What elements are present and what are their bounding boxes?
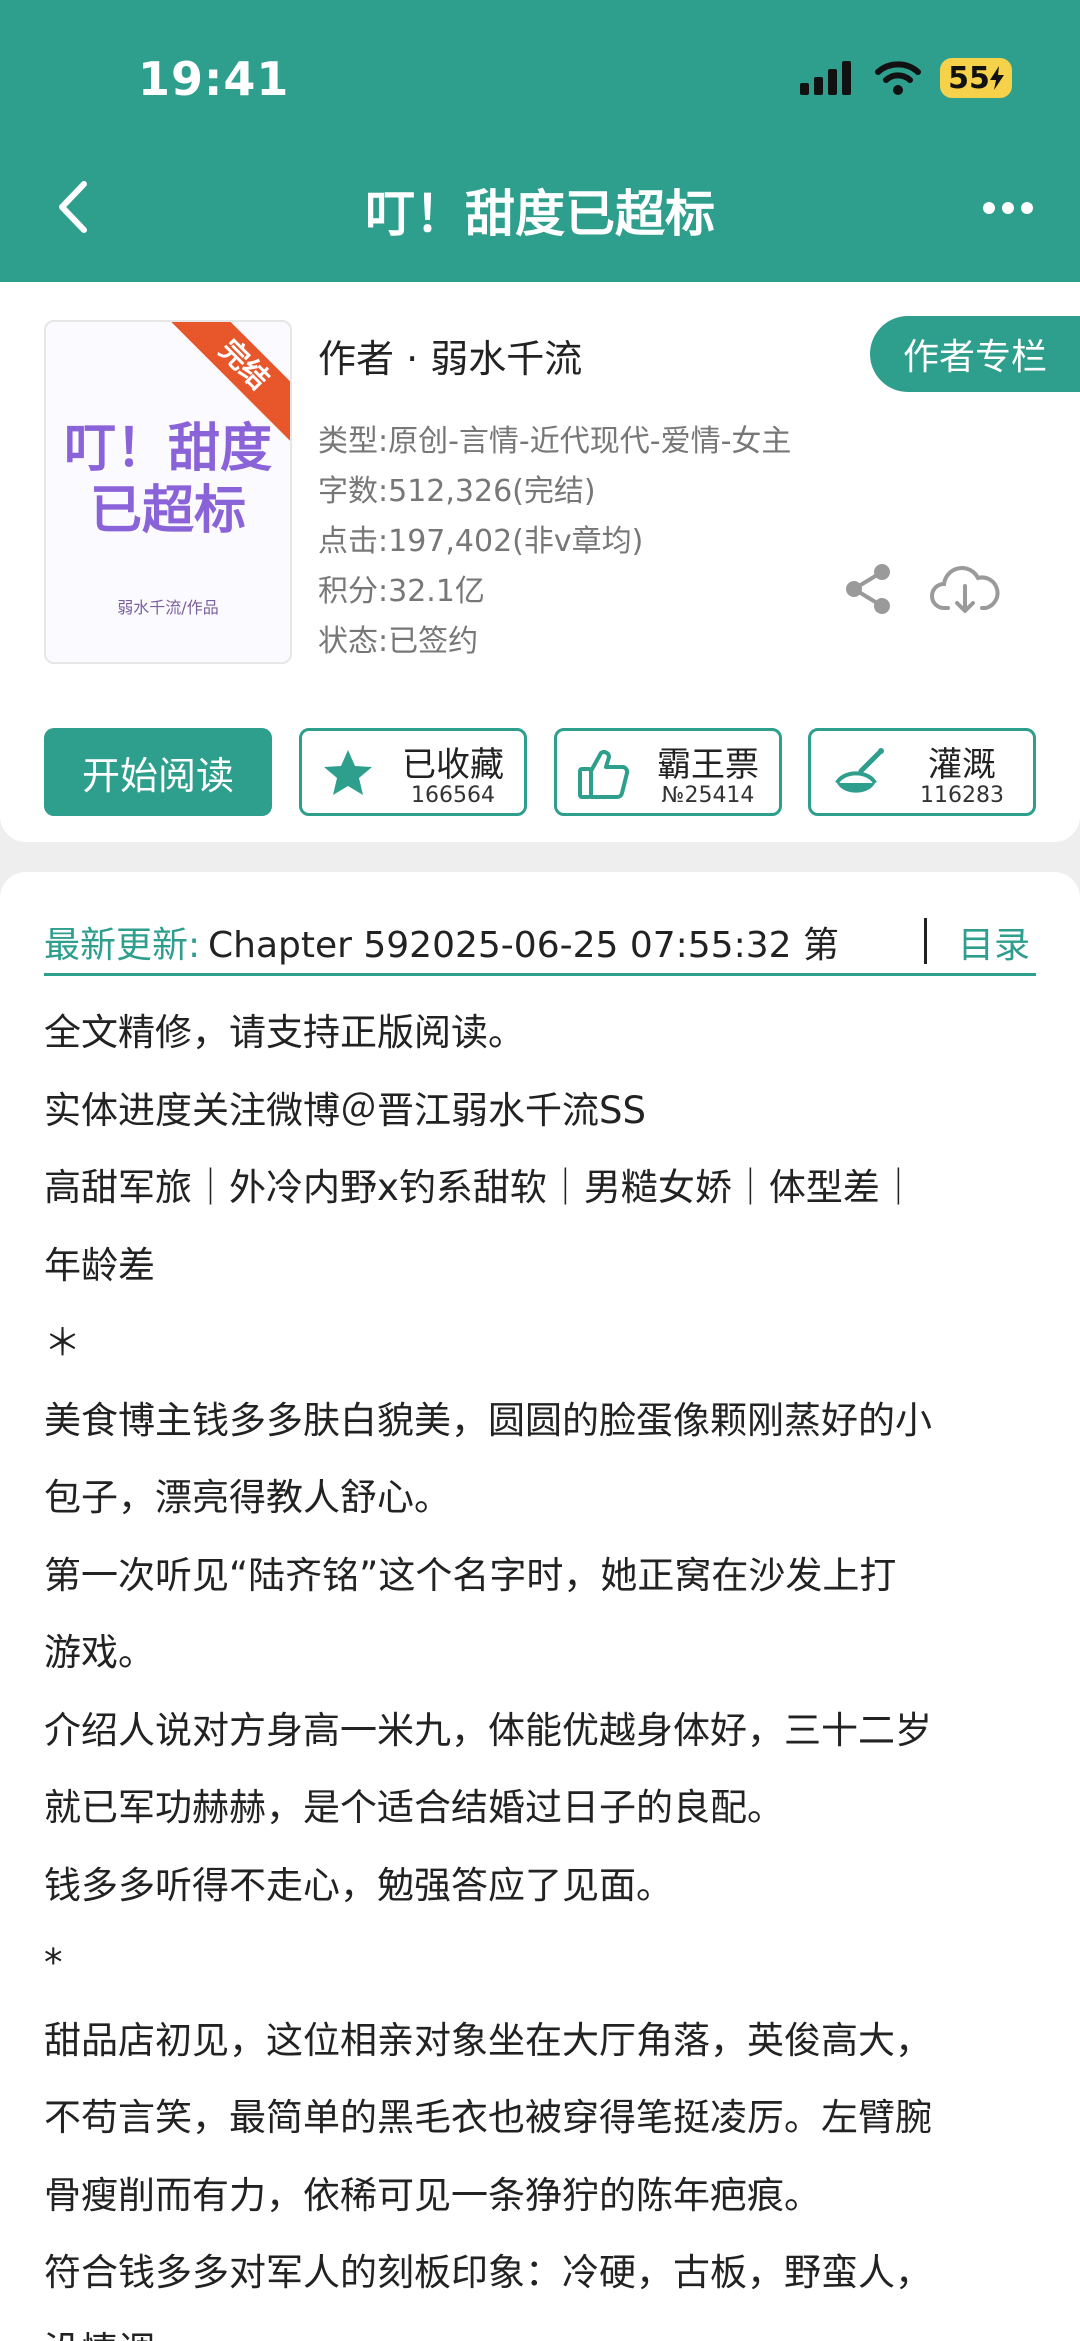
description-line: 甜品店初见，这位相亲对象坐在大厅角落，英俊高大， — [44, 2018, 932, 2062]
signal-icon — [800, 61, 851, 95]
more-dots-icon — [983, 202, 1033, 214]
download-button[interactable] — [930, 564, 1000, 620]
watering-flask-icon — [835, 748, 884, 793]
description-line: 实体进度关注微博＠晋江弱水千流SS — [44, 1088, 646, 1132]
description-line: ＊ — [44, 1321, 81, 1364]
cover-author: 弱水千流/作品 — [117, 598, 219, 617]
meta-word-count: 字数:512,326(完结) — [318, 474, 596, 509]
vote-label: 霸王票 — [657, 745, 759, 785]
latest-update-text[interactable]: Chapter 592025-06-25 07:55:32 第 — [208, 916, 924, 968]
cover-title-line1: 叮！甜度 — [63, 418, 272, 479]
favorite-count: 166564 — [411, 783, 495, 808]
favorite-label: 已收藏 — [402, 745, 504, 785]
status-icons: 55 — [800, 58, 1012, 98]
description-line: 符合钱多多对军人的刻板印象：冷硬，古板，野蛮人， — [44, 2251, 932, 2294]
more-button[interactable] — [978, 190, 1038, 226]
book-info-card: 完结 叮！甜度 已超标 弱水千流/作品 作者 · 弱水千流 作者专栏 类型:原创… — [0, 282, 1080, 842]
app-header: 19:41 55 叮！甜度已超标 — [0, 0, 1080, 282]
description-line: 年龄差 — [44, 1243, 155, 1287]
cloud-download-icon — [930, 566, 1000, 613]
description-line: 钱多多听得不走心，勉强答应了见面。 — [44, 1863, 673, 1907]
content-card: 最新更新: Chapter 592025-06-25 07:55:32 第 目录… — [0, 872, 1080, 2341]
description-line: 高甜军旅｜外冷内野x钓系甜软｜男糙女娇｜体型差｜ — [44, 1166, 917, 1209]
status-time: 19:41 — [138, 52, 290, 106]
action-row: 开始阅读 已收藏 166564 霸王票 №25414 灌溉 116283 — [44, 728, 1036, 818]
description-line: 没情调。 — [44, 2312, 1044, 2341]
author-column-button[interactable]: 作者专栏 — [870, 316, 1080, 392]
divider — [924, 918, 927, 964]
page-title: 叮！甜度已超标 — [365, 185, 715, 243]
vote-count: №25414 — [661, 783, 755, 808]
description-line: * — [44, 1941, 63, 1984]
table-of-contents-link[interactable]: 目录 — [958, 916, 1030, 968]
book-cover[interactable]: 完结 叮！甜度 已超标 弱水千流/作品 — [44, 320, 292, 664]
meta-genre: 类型:原创-言情-近代现代-爱情-女主 — [318, 424, 792, 459]
cover-title-line2: 已超标 — [89, 480, 246, 541]
battery-indicator: 55 — [940, 58, 1012, 98]
description-line: 游戏。 — [44, 1631, 155, 1674]
latest-update-label: 最新更新: — [44, 925, 201, 966]
author-name[interactable]: 作者 · 弱水千流 — [318, 328, 582, 383]
favorite-button[interactable]: 已收藏 166564 — [299, 728, 527, 816]
share-icon — [846, 564, 890, 614]
description-line: 骨瘦削而有力，依稀可见一条狰狞的陈年疤痕。 — [44, 2173, 821, 2217]
vote-button[interactable]: 霸王票 №25414 — [554, 728, 782, 816]
book-description: 全文精修，请支持正版阅读。 实体进度关注微博＠晋江弱水千流SS 高甜军旅｜外冷内… — [44, 994, 1044, 2341]
description-line: 第一次听见“陆齐铭”这个名字时，她正窝在沙发上打 — [44, 1553, 897, 1597]
water-count: 116283 — [920, 783, 1004, 808]
description-line: 全文精修，请支持正版阅读。 — [44, 1011, 525, 1054]
description-line: 就已军功赫赫，是个适合结婚过日子的良配。 — [44, 1786, 784, 1829]
meta-score: 积分:32.1亿 — [318, 574, 485, 609]
share-button[interactable] — [842, 562, 896, 620]
thumbs-up-icon — [578, 750, 630, 799]
description-line: 包子，漂亮得教人舒心。 — [44, 1476, 451, 1519]
start-reading-button[interactable]: 开始阅读 — [44, 728, 272, 816]
meta-status: 状态:已签约 — [318, 624, 479, 659]
water-button[interactable]: 灌溉 116283 — [808, 728, 1036, 816]
meta-clicks: 点击:197,402(非v章均) — [318, 524, 644, 559]
description-line: 不苟言笑，最简单的黑毛衣也被穿得笔挺凌厉。左臂腕 — [44, 2096, 932, 2139]
water-label: 灌溉 — [928, 745, 996, 785]
description-line: 介绍人说对方身高一米九，体能优越身体好，三十二岁 — [44, 1708, 932, 1752]
description-line: 美食博主钱多多肤白貌美，圆圆的脸蛋像颗刚蒸好的小 — [44, 1398, 932, 1442]
charging-bolt-icon — [989, 66, 1004, 90]
cover-title: 叮！甜度 已超标 — [56, 418, 280, 542]
latest-update-row[interactable]: 最新更新: Chapter 592025-06-25 07:55:32 第 目录 — [44, 900, 1036, 976]
battery-level: 55 — [948, 60, 990, 96]
wifi-icon — [875, 61, 921, 95]
star-icon — [324, 750, 372, 795]
